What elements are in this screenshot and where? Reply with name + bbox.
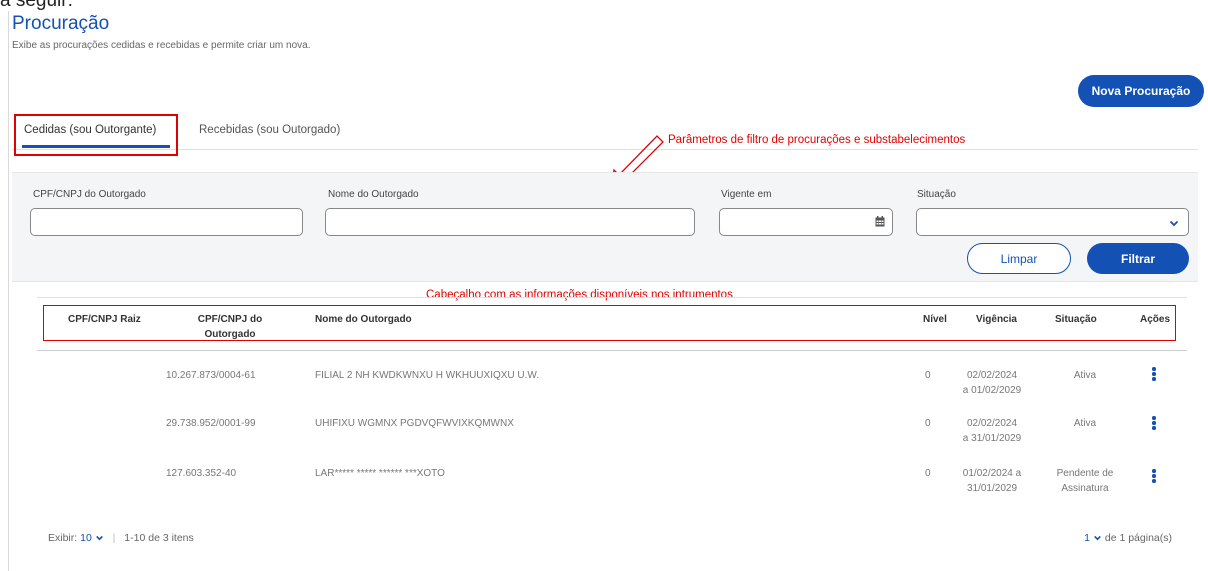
cell-cpf-outorgado: 29.738.952/0001-99 <box>166 418 256 429</box>
cell-nome: UHIFIXU WGMNX PGDVQFWVIXKQMWNX <box>315 418 514 429</box>
calendar-icon[interactable] <box>875 216 885 227</box>
chevron-down-icon <box>1094 536 1101 541</box>
pagination-right: 1 de 1 página(s) <box>1084 532 1172 544</box>
situacao-filter-label: Situação <box>917 189 956 200</box>
cell-nivel: 0 <box>925 418 931 429</box>
annotation-box-tab <box>14 114 178 156</box>
clear-button[interactable]: Limpar <box>967 243 1071 274</box>
row-actions-kebab-icon[interactable] <box>1152 416 1156 430</box>
total-pages: de 1 página(s) <box>1104 532 1172 544</box>
current-page-select[interactable]: 1 <box>1084 532 1105 544</box>
cell-situacao-line1: Ativa <box>1073 418 1097 429</box>
cell-situacao-line1: Pendente de <box>1056 468 1114 479</box>
page-title: Procuração <box>12 13 110 34</box>
cell-vigencia-line1: 02/02/2024 <box>966 418 1018 429</box>
tabs-divider <box>12 149 1198 150</box>
annotation-box-header <box>43 305 1176 341</box>
annotation-filters-text: Parâmetros de filtro de procurações e su… <box>668 134 966 146</box>
nome-filter-input[interactable] <box>325 208 695 236</box>
page-subtitle: Exibe as procurações cedidas e recebidas… <box>12 40 311 51</box>
current-page-value: 1 <box>1084 532 1091 544</box>
nome-filter-label: Nome do Outorgado <box>328 189 419 200</box>
cell-vigencia-line2: 31/01/2029 <box>966 483 1018 494</box>
cell-cpf-outorgado: 10.267.873/0004-61 <box>166 370 256 381</box>
cell-vigencia-line2: a 31/01/2029 <box>962 433 1022 444</box>
page-size-select[interactable]: 10 <box>80 532 107 544</box>
cell-nivel: 0 <box>925 370 931 381</box>
annotation-header-text: Cabeçalho com as informações disponíveis… <box>426 289 733 301</box>
cell-vigencia-line1: 01/02/2024 a <box>962 468 1022 479</box>
chevron-down-icon <box>1169 220 1179 227</box>
cell-situacao: Ativa <box>1045 416 1125 431</box>
table-top-divider <box>37 297 1187 298</box>
cell-situacao: Ativa <box>1045 368 1125 383</box>
row-actions-kebab-icon[interactable] <box>1152 469 1156 483</box>
cell-vigencia: 02/02/2024 a 31/01/2029 <box>952 416 1032 446</box>
new-procuracao-button[interactable]: Nova Procuração <box>1078 75 1204 107</box>
chevron-down-icon <box>95 536 103 541</box>
cell-cpf-outorgado: 127.603.352-40 <box>166 468 237 479</box>
situacao-select[interactable] <box>916 208 1189 236</box>
cell-vigencia: 02/02/2024 a 01/02/2029 <box>952 368 1032 398</box>
cell-situacao-line2: Assinatura <box>1061 483 1109 494</box>
cell-nivel: 0 <box>925 468 931 479</box>
page-size-label: Exibir: <box>48 532 78 544</box>
pagination-separator: | <box>112 532 116 544</box>
cpf-filter-input[interactable] <box>30 208 303 236</box>
cell-vigencia-line1: 02/02/2024 <box>966 370 1018 381</box>
cell-situacao: Pendente de Assinatura <box>1045 466 1125 496</box>
tab-recebidas[interactable]: Recebidas (sou Outorgado) <box>199 124 340 136</box>
table-header-divider <box>37 350 1187 351</box>
row-actions-kebab-icon[interactable] <box>1152 367 1156 381</box>
cell-situacao-line1: Ativa <box>1073 370 1097 381</box>
items-range: 1-10 de 3 itens <box>124 532 194 544</box>
cell-vigencia-line2: a 01/02/2029 <box>962 385 1022 396</box>
cell-nome: FILIAL 2 NH KWDKWNXU H WKHUUXIQXU U.W. <box>315 370 540 381</box>
cpf-filter-label: CPF/CNPJ do Outorgado <box>33 189 146 200</box>
cell-nome: LAR***** ***** ****** ***XOTO <box>315 468 445 479</box>
page-size-value: 10 <box>80 532 92 544</box>
vigente-date-input[interactable] <box>719 208 893 236</box>
cell-vigencia: 01/02/2024 a 31/01/2029 <box>946 466 1038 496</box>
filter-button[interactable]: Filtrar <box>1087 243 1189 274</box>
pagination-left: Exibir: 10 | 1-10 de 3 itens <box>48 532 194 544</box>
vigente-filter-label: Vigente em <box>721 189 772 200</box>
